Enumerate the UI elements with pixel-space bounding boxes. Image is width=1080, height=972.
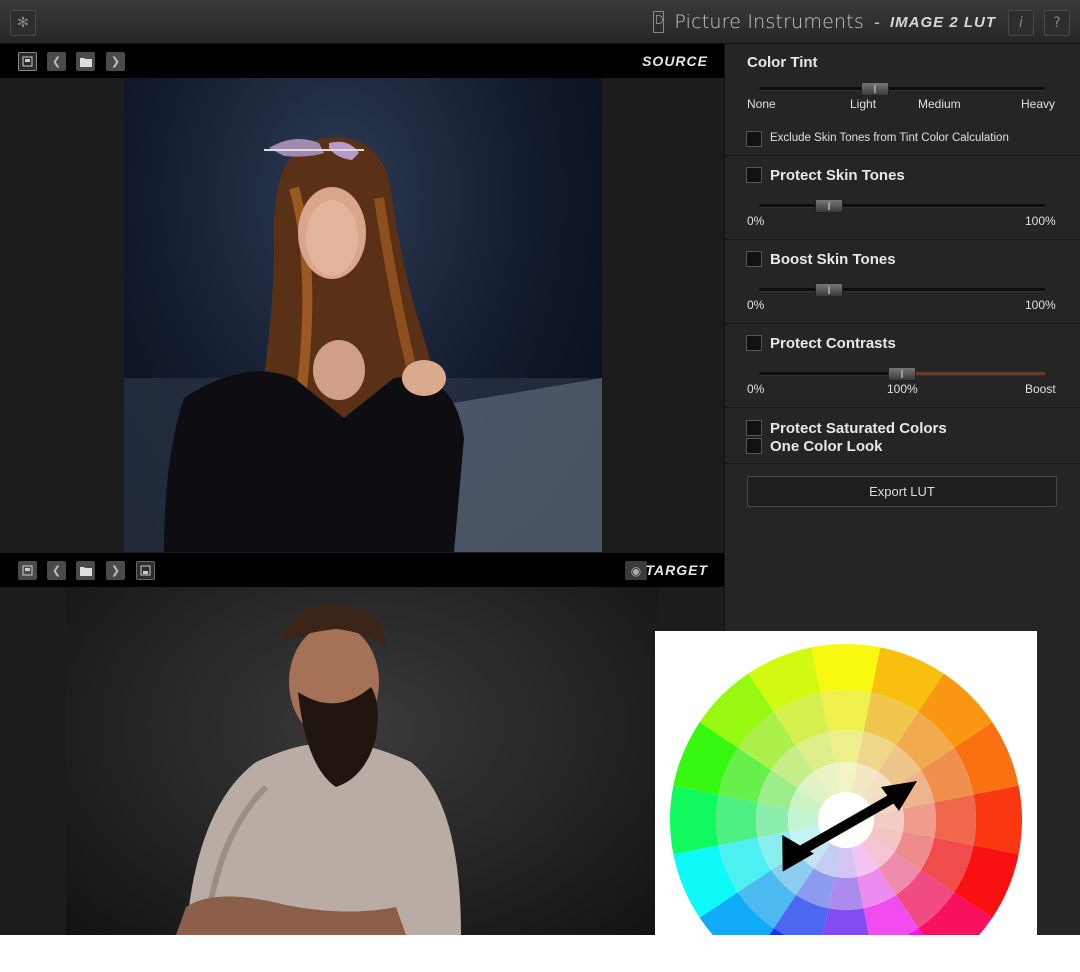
save-icon [140,565,151,576]
tint-label-none: None [747,97,776,111]
one-color-look-title: One Color Look [770,438,883,455]
target-folder-button[interactable] [76,561,95,580]
folder-icon [79,57,92,67]
target-next-button[interactable]: ❯ [106,561,125,580]
source-photo [124,78,602,552]
color-tint-title: Color Tint [747,54,818,71]
brand-name: Picture Instruments [674,11,864,33]
target-load-button[interactable] [18,561,37,580]
load-image-icon [22,565,33,576]
boost-skin-tones-checkbox[interactable] [746,251,762,267]
extra-options-section: Protect Saturated Colors One Color Look [725,408,1080,464]
next-icon: ❯ [110,565,121,577]
wheel-segment [934,794,976,846]
protect-contrasts-checkbox[interactable] [746,335,762,351]
source-view [0,78,724,552]
prev-icon: ❮ [51,565,62,577]
wheel-segment [670,785,719,855]
source-label: SOURCE [642,53,708,69]
target-photo [66,587,658,935]
protect-skin-tones-section: Protect Skin Tones 0% 100% [725,156,1080,240]
source-load-button[interactable] [18,52,37,71]
protect-skin-max: 100% [1025,214,1056,228]
color-wheel-overlay [655,631,1037,935]
color-tint-section: Color Tint None Light Medium Heavy Exclu… [725,44,1080,156]
brand-separator: - [873,11,880,32]
wheel-segment [902,802,936,838]
wheel-segment [828,876,864,910]
color-wheel [670,644,1022,935]
exclude-skin-tones-label: Exclude Skin Tones from Tint Color Calcu… [770,132,1009,144]
help-button[interactable]: ? [1044,10,1070,36]
prev-icon: ❮ [51,56,62,68]
target-toolbar: ❮ ❯ ◉ TARGET [0,553,724,587]
target-preview-button[interactable]: ◉ [625,561,647,580]
image2lut-app: ✻ Picture Instruments - IMAGE 2 LUT i ? … [0,0,1080,935]
boost-skin-tones-track[interactable] [759,288,1045,292]
protect-skin-min: 0% [747,214,765,228]
boost-skin-min: 0% [747,298,765,312]
source-folder-button[interactable] [76,52,95,71]
eye-icon: ◉ [630,563,642,578]
target-prev-button[interactable]: ❮ [47,561,66,580]
tint-label-medium: Medium [918,97,961,111]
settings-button[interactable]: ✻ [10,10,36,36]
color-tint-slider-thumb[interactable] [861,82,889,96]
next-icon: ❯ [110,56,121,68]
protect-contrasts-min: 0% [747,382,765,396]
target-view [0,587,724,935]
protect-skin-tones-slider-thumb[interactable] [815,199,843,213]
load-image-icon [22,56,33,67]
info-button[interactable]: i [1008,10,1034,36]
protect-contrasts-mid: 100% [887,382,918,396]
protect-skin-tones-track[interactable] [759,204,1045,208]
wheel-segment [811,644,881,693]
wheel-segment [756,802,790,838]
source-prev-button[interactable]: ❮ [47,52,66,71]
gear-icon: ✻ [17,15,29,31]
source-next-button[interactable]: ❯ [106,52,125,71]
tint-label-heavy: Heavy [1021,97,1056,111]
protect-contrasts-max: Boost [1025,382,1056,396]
wheel-segment [820,690,872,732]
tint-label-light: Light [850,97,877,111]
wheel-segment [828,730,864,764]
protect-contrasts-boost-fill [902,372,1045,375]
boost-skin-tones-section: Boost Skin Tones 0% 100% [725,240,1080,324]
protect-contrasts-section: Protect Contrasts 0% 100% Boost [725,324,1080,408]
boost-skin-tones-slider-thumb[interactable] [815,283,843,297]
folder-icon [79,566,92,576]
target-save-button[interactable] [136,561,155,580]
brand: Picture Instruments - IMAGE 2 LUT [653,9,996,35]
target-label: TARGET [645,562,708,578]
boost-skin-tones-title: Boost Skin Tones [770,251,896,268]
protect-saturated-colors-checkbox[interactable] [746,420,762,436]
protect-skin-tones-title: Protect Skin Tones [770,167,905,184]
protect-contrasts-slider-thumb[interactable] [888,367,916,381]
boost-skin-max: 100% [1025,298,1056,312]
exclude-skin-tones-checkbox[interactable] [746,131,762,147]
protect-contrasts-title: Protect Contrasts [770,335,896,352]
protect-skin-tones-checkbox[interactable] [746,167,762,183]
color-tint-track[interactable] [759,87,1045,91]
export-lut-button[interactable]: Export LUT [747,476,1057,507]
wheel-segment [716,794,758,846]
one-color-look-checkbox[interactable] [746,438,762,454]
product-name: IMAGE 2 LUT [889,13,996,31]
wheel-segment [973,785,1022,855]
title-bar: ✻ Picture Instruments - IMAGE 2 LUT i ? [0,0,1080,44]
logo-icon [653,11,665,33]
source-toolbar: ❮ ❯ SOURCE [0,44,724,121]
protect-saturated-colors-title: Protect Saturated Colors [770,420,947,437]
wheel-segment [823,908,869,935]
